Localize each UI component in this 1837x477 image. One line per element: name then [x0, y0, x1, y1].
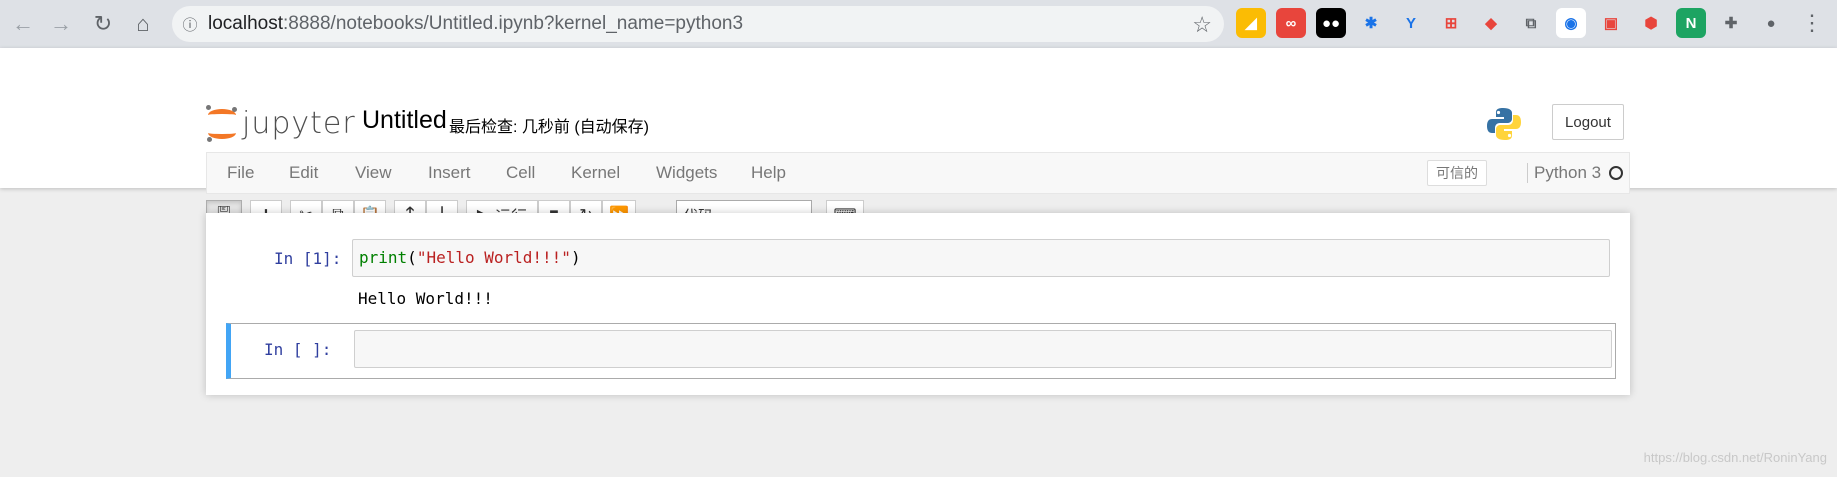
- selected-cell[interactable]: In [ ]:: [226, 323, 1616, 379]
- asterisk-ext-icon[interactable]: ✱: [1356, 8, 1386, 38]
- n-ext-icon[interactable]: N: [1676, 8, 1706, 38]
- chrome-ext-icon[interactable]: ◉: [1556, 8, 1586, 38]
- menu-insert[interactable]: Insert: [428, 163, 471, 183]
- jupyter-logo-icon: [206, 104, 237, 142]
- menu-bar: File Edit View Insert Cell Kernel Widget…: [206, 152, 1630, 194]
- menu-cell[interactable]: Cell: [506, 163, 535, 183]
- code-paren-open: (: [407, 248, 417, 267]
- menu-kernel[interactable]: Kernel: [571, 163, 620, 183]
- bookmark-star-icon[interactable]: ☆: [1192, 12, 1212, 38]
- profile-ext-icon[interactable]: ●: [1756, 8, 1786, 38]
- gitlab-ext-icon[interactable]: ◆: [1476, 8, 1506, 38]
- kernel-name: Python 3: [1527, 163, 1601, 183]
- menu-help[interactable]: Help: [751, 163, 786, 183]
- forward-icon[interactable]: →: [44, 7, 78, 41]
- logout-button[interactable]: Logout: [1552, 104, 1624, 140]
- copy-ext-icon[interactable]: ⧉: [1516, 8, 1546, 38]
- back-icon[interactable]: ←: [6, 7, 40, 41]
- jupyter-logo-text: jupyter: [242, 106, 356, 141]
- python-logo-icon: [1487, 108, 1521, 140]
- y-ext-icon[interactable]: Y: [1396, 8, 1426, 38]
- browser-toolbar: ← → ↻ ⌂ ⓘ localhost:8888/notebooks/Untit…: [0, 0, 1837, 48]
- jupyter-header: jupyter Untitled 最后检查: 几秒前 (自动保存) Logout…: [0, 48, 1837, 230]
- bilibili-ext-icon[interactable]: ▣: [1596, 8, 1626, 38]
- checkpoint-status: 最后检查: 几秒前 (自动保存): [449, 119, 649, 136]
- code-function: print: [359, 248, 408, 267]
- watermark: https://blog.csdn.net/RoninYang: [1643, 450, 1827, 465]
- menu-file[interactable]: File: [227, 163, 254, 183]
- address-bar[interactable]: ⓘ localhost:8888/notebooks/Untitled.ipyn…: [172, 6, 1224, 42]
- url-text: localhost:8888/notebooks/Untitled.ipynb?…: [208, 13, 743, 35]
- shield-ext-icon[interactable]: ⬢: [1636, 8, 1666, 38]
- kernel-idle-icon: [1609, 166, 1623, 180]
- trusted-indicator[interactable]: 可信的: [1427, 160, 1487, 186]
- menu-widgets[interactable]: Widgets: [656, 163, 717, 183]
- code-paren-close: ): [570, 248, 581, 267]
- code-text: print("Hello World!!!"): [359, 248, 581, 267]
- menu-view[interactable]: View: [355, 163, 392, 183]
- browser-menu-icon[interactable]: ⋮: [1801, 10, 1823, 36]
- site-info-icon[interactable]: ⓘ: [172, 14, 208, 35]
- cell-prompt: In [1]:: [274, 249, 342, 268]
- cell-output: Hello World!!!: [358, 289, 493, 308]
- home-icon[interactable]: ⌂: [126, 7, 160, 41]
- sitemap-ext-icon[interactable]: ⊞: [1436, 8, 1466, 38]
- tampermonkey-ext-icon[interactable]: ●●: [1316, 8, 1346, 38]
- empty-cell-input[interactable]: [354, 330, 1612, 368]
- url-path: :8888/notebooks/Untitled.ipynb?kernel_na…: [283, 13, 744, 34]
- notebook-title[interactable]: Untitled: [362, 106, 447, 135]
- drive-ext-icon[interactable]: ◢: [1236, 8, 1266, 38]
- infinity-ext-icon[interactable]: ∞: [1276, 8, 1306, 38]
- menu-edit[interactable]: Edit: [289, 163, 318, 183]
- extensions-bar: ◢ ∞ ●● ✱ Y ⊞ ◆ ⧉ ◉ ▣ ⬢ N ✚ ●: [1236, 8, 1786, 38]
- reload-icon[interactable]: ↻: [86, 7, 120, 41]
- jupyter-logo[interactable]: jupyter: [206, 104, 356, 142]
- notebook-container: In [1]: print("Hello World!!!") Hello Wo…: [206, 213, 1630, 395]
- cell-prompt-empty: In [ ]:: [264, 340, 332, 359]
- code-string: "Hello World!!!": [416, 248, 571, 267]
- url-host: localhost: [208, 13, 283, 34]
- code-cell-input[interactable]: print("Hello World!!!"): [352, 239, 1610, 277]
- puzzle-ext-icon[interactable]: ✚: [1716, 8, 1746, 38]
